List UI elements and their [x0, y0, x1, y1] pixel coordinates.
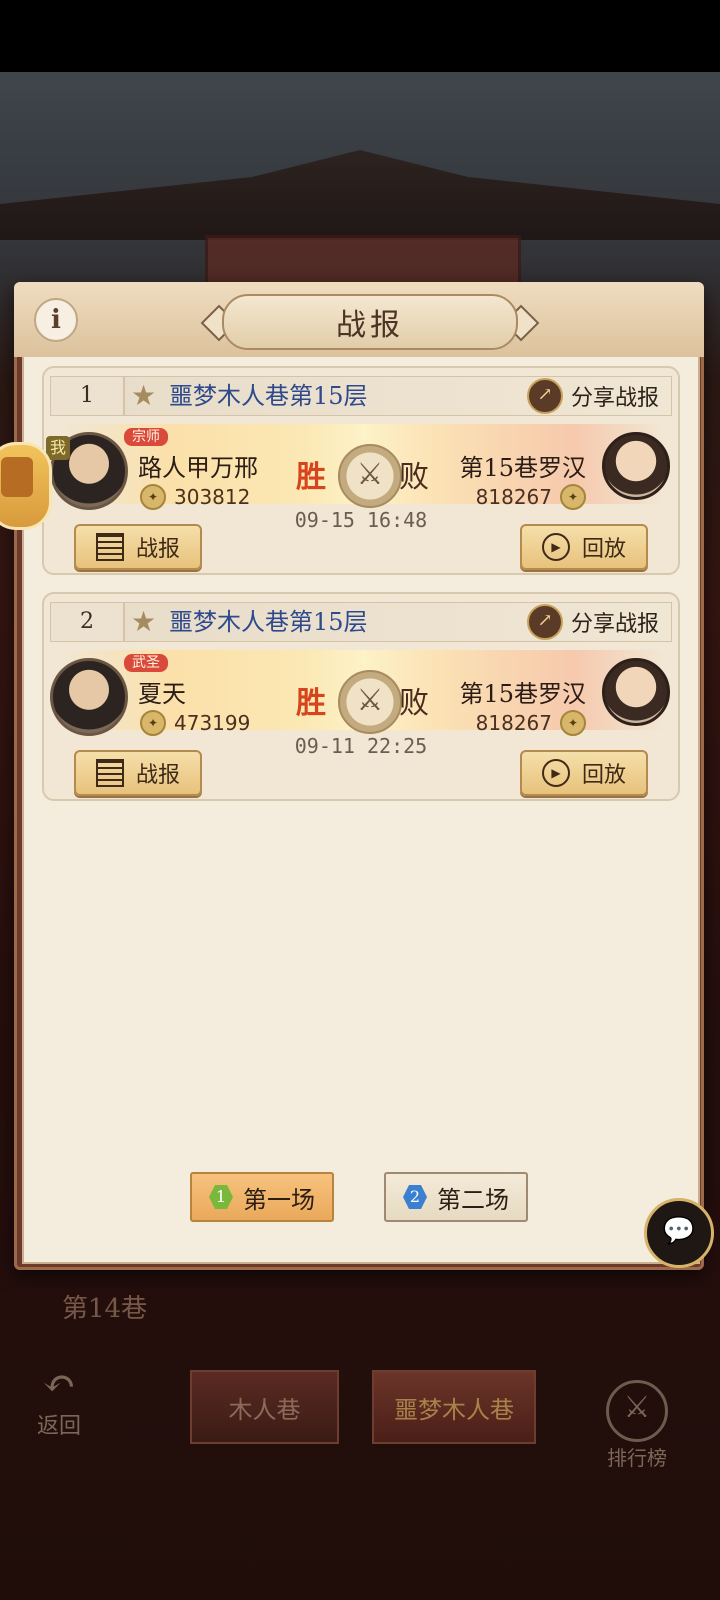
tab-wooden-alley[interactable]: 木人巷 — [190, 1370, 339, 1444]
battle-index: 1 — [51, 377, 125, 415]
match-number-badge: 1 — [209, 1185, 233, 1209]
replay-label: 回放 — [581, 537, 626, 562]
report-label: 战报 — [135, 537, 180, 562]
power-icon: ✦ — [140, 710, 166, 736]
share-icon: ↗ — [526, 604, 563, 640]
battle-report-panel: i 战报 1 ★ 噩梦木人巷第15层 ↗ 分享战报 我 宗师 路人甲万邢 ✦ 3… — [14, 282, 704, 1270]
match-number-badge: 2 — [403, 1185, 427, 1209]
battle-title: 噩梦木人巷第15层 — [169, 608, 368, 636]
player-power-value: 473199 — [174, 711, 251, 735]
replay-button[interactable]: ▶ 回放 — [520, 750, 648, 796]
battle-card-header: 2 ★ 噩梦木人巷第15层 ↗ 分享战报 — [50, 602, 672, 642]
back-label: 返回 — [36, 1414, 81, 1439]
lose-label: 败 — [399, 686, 429, 721]
panel-header: i 战报 — [14, 282, 704, 357]
back-button[interactable]: ↶ 返回 — [24, 1360, 94, 1450]
replay-label: 回放 — [581, 763, 626, 788]
power-icon: ✦ — [140, 484, 166, 510]
opponent-power: 818267 ✦ — [476, 710, 586, 736]
side-event-icon — [1, 457, 33, 497]
share-report-button[interactable]: ↗ 分享战报 — [526, 378, 659, 414]
back-arrow-icon: ↶ — [42, 1361, 76, 1407]
share-label: 分享战报 — [570, 386, 659, 411]
share-label: 分享战报 — [570, 612, 659, 637]
report-icon — [95, 533, 124, 561]
power-icon: ✦ — [560, 484, 586, 510]
play-icon: ▶ — [541, 533, 570, 561]
star-icon: ★ — [131, 379, 157, 412]
panel-title: 战报 — [222, 294, 518, 350]
player-name: 夏天 — [138, 680, 186, 708]
opponent-power-value: 818267 — [475, 485, 552, 509]
player-power: ✦ 473199 — [140, 710, 250, 736]
opponent-name: 第15巷罗汉 — [459, 680, 586, 708]
report-label: 战报 — [135, 763, 180, 788]
share-icon: ↗ — [526, 378, 563, 414]
match-tab-first[interactable]: 1 第一场 — [190, 1172, 334, 1222]
battle-card-1: 1 ★ 噩梦木人巷第15层 ↗ 分享战报 我 宗师 路人甲万邢 ✦ 303812… — [42, 366, 680, 575]
player-rank-badge: 宗师 — [124, 428, 168, 446]
win-label: 胜 — [296, 686, 326, 721]
leaderboard-button[interactable]: ⚔ 排行榜 — [592, 1380, 682, 1470]
power-icon: ✦ — [560, 710, 586, 736]
win-label: 胜 — [296, 460, 326, 495]
player-name: 路人甲万邢 — [138, 454, 258, 482]
opponent-avatar[interactable] — [602, 658, 670, 726]
report-icon — [95, 759, 124, 787]
player-avatar[interactable] — [50, 658, 128, 736]
opponent-power-value: 818267 — [475, 711, 552, 735]
battle-title: 噩梦木人巷第15层 — [169, 382, 368, 410]
play-icon: ▶ — [541, 759, 570, 787]
crossed-swords-icon: ⚔ — [606, 1380, 668, 1442]
crossed-swords-icon: ⚔ — [338, 670, 402, 734]
tab-nightmare-alley[interactable]: 噩梦木人巷 — [372, 1370, 536, 1444]
chat-icon[interactable]: 💬 — [644, 1198, 714, 1268]
player-power-value: 303812 — [174, 485, 251, 509]
crossed-swords-icon: ⚔ — [338, 444, 402, 508]
lose-label: 败 — [399, 460, 429, 495]
match-tab-label: 第二场 — [437, 1185, 509, 1214]
battle-index: 2 — [51, 603, 125, 641]
share-report-button[interactable]: ↗ 分享战报 — [526, 604, 659, 640]
floor-label: 第14巷 — [62, 1294, 148, 1324]
side-event-avatar[interactable] — [0, 442, 52, 530]
panel-body: 1 ★ 噩梦木人巷第15层 ↗ 分享战报 我 宗师 路人甲万邢 ✦ 303812… — [22, 357, 700, 1264]
star-icon: ★ — [131, 605, 157, 638]
report-button[interactable]: 战报 — [74, 524, 202, 570]
player-rank-badge: 武圣 — [124, 654, 168, 672]
match-tab-label: 第一场 — [243, 1185, 315, 1214]
opponent-avatar[interactable] — [602, 432, 670, 500]
opponent-name: 第15巷罗汉 — [459, 454, 586, 482]
replay-button[interactable]: ▶ 回放 — [520, 524, 648, 570]
battle-card-header: 1 ★ 噩梦木人巷第15层 ↗ 分享战报 — [50, 376, 672, 416]
me-badge: 我 — [46, 436, 70, 460]
match-tab-second[interactable]: 2 第二场 — [384, 1172, 528, 1222]
status-bar — [0, 0, 720, 72]
leaderboard-label: 排行榜 — [607, 1446, 667, 1470]
battle-card-2: 2 ★ 噩梦木人巷第15层 ↗ 分享战报 武圣 夏天 ✦ 473199 胜 ⚔ … — [42, 592, 680, 801]
info-icon[interactable]: i — [34, 298, 78, 342]
opponent-power: 818267 ✦ — [476, 484, 586, 510]
report-button[interactable]: 战报 — [74, 750, 202, 796]
player-power: ✦ 303812 — [140, 484, 250, 510]
